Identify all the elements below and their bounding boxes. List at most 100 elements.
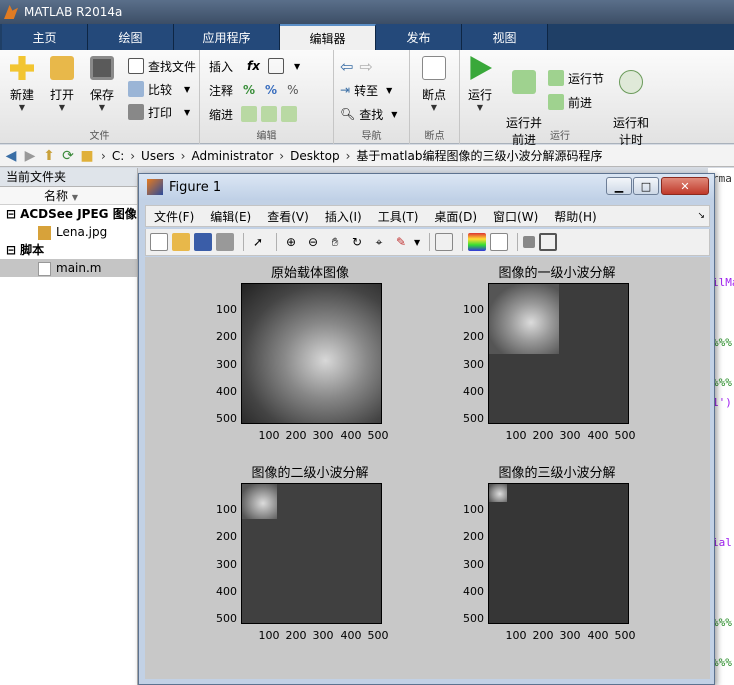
x-tick: 400 <box>587 629 609 642</box>
menu-edit[interactable]: 编辑(E) <box>202 208 259 225</box>
menu-help[interactable]: 帮助(H) <box>546 208 604 225</box>
breakpoints-group: 断点 ▼ 断点 <box>410 50 460 144</box>
panel-title: 当前文件夹 <box>0 168 137 187</box>
menu-desktop[interactable]: 桌面(D) <box>426 208 485 225</box>
figure-canvas[interactable]: 原始载体图像 100 200 300 400 500 100 200 300 4… <box>145 257 710 679</box>
crumb-administrator[interactable]: Administrator <box>191 149 273 163</box>
folder-icon <box>50 56 74 80</box>
menu-tools[interactable]: 工具(T) <box>370 208 427 225</box>
name-column-header[interactable]: 名称 ▼ <box>0 187 137 205</box>
pan-hand-icon[interactable]: ✋︎ <box>326 233 344 251</box>
fx-button[interactable]: fx <box>247 59 260 73</box>
run-group: 运行 ▼ 运行并 前进 运行节 前进 运行和 计时 运行 <box>460 50 660 147</box>
find-files-icon <box>128 58 144 74</box>
crumb-users[interactable]: Users <box>141 149 175 163</box>
legend-icon[interactable] <box>490 233 509 251</box>
x-tick: 100 <box>505 629 527 642</box>
link-plot-icon[interactable] <box>435 233 454 251</box>
compare-button[interactable]: 比较 ▼ <box>128 79 190 99</box>
advance-button[interactable]: 前进 <box>548 92 592 112</box>
group-jpeg[interactable]: ⊟ ACDSee JPEG 图像 <box>0 205 137 223</box>
forward-icon[interactable]: ▶ <box>22 148 38 164</box>
y-tick: 200 <box>463 330 484 343</box>
y-tick: 400 <box>463 385 484 398</box>
rotate-3d-icon[interactable]: ↻ <box>348 233 366 251</box>
pointer-icon[interactable]: ➚ <box>249 233 267 251</box>
tab-view[interactable]: 视图 <box>462 24 548 50</box>
tab-publish[interactable]: 发布 <box>376 24 462 50</box>
wrap-icon[interactable]: % <box>287 83 298 97</box>
tab-plots[interactable]: 绘图 <box>88 24 174 50</box>
figure-window[interactable]: Figure 1 ▁ □ ✕ 文件(F) 编辑(E) 查看(V) 插入(I) 工… <box>138 173 715 685</box>
find-button[interactable]: 🔍︎ 查找 ▼ <box>340 104 397 124</box>
open-file-icon[interactable] <box>172 233 190 251</box>
x-tick: 500 <box>614 429 636 442</box>
x-tick: 300 <box>559 629 581 642</box>
menu-window[interactable]: 窗口(W) <box>485 208 546 225</box>
hide-plot-tools-icon[interactable] <box>523 236 536 248</box>
run-section-icon <box>548 70 564 86</box>
maximize-button[interactable]: □ <box>633 177 659 195</box>
crumb-desktop[interactable]: Desktop <box>290 149 340 163</box>
insert-button[interactable]: 插入 fx ▼ <box>209 56 300 76</box>
save-button[interactable]: 保存 ▼ <box>82 56 122 112</box>
percent-icon[interactable]: % <box>243 83 255 97</box>
breakpoints-group-label: 断点 <box>424 131 445 142</box>
run-button[interactable]: 运行 ▼ <box>460 56 500 112</box>
menu-file[interactable]: 文件(F) <box>146 208 202 225</box>
original-image-axes[interactable] <box>241 283 382 424</box>
back-forward-buttons[interactable]: ⇦ ⇨ <box>340 56 373 76</box>
print-figure-icon[interactable] <box>216 233 234 251</box>
file-lena[interactable]: Lena.jpg <box>0 223 137 241</box>
find-files-button[interactable]: 查找文件 <box>128 56 196 76</box>
print-button[interactable]: 打印 ▼ <box>128 102 190 122</box>
crumb-c[interactable]: C: <box>112 149 124 163</box>
dock-arrow-icon[interactable]: ↘ <box>697 211 705 221</box>
tab-apps[interactable]: 应用程序 <box>174 24 280 50</box>
back-arrow-icon[interactable]: ⇦ <box>340 57 353 76</box>
fx-box-icon[interactable] <box>267 58 284 74</box>
brush-icon[interactable]: ✎ <box>392 233 410 251</box>
crumb-project-folder[interactable]: 基于matlab编程图像的三级小波分解源码程序 <box>356 147 602 164</box>
run-section-button[interactable]: 运行节 <box>548 68 604 88</box>
save-figure-icon[interactable] <box>194 233 212 251</box>
show-plot-tools-icon[interactable] <box>539 233 558 251</box>
tab-editor[interactable]: 编辑器 <box>280 24 376 50</box>
up-folder-icon[interactable]: ⬆ <box>41 148 57 164</box>
open-button[interactable]: 打开 ▼ <box>42 56 82 112</box>
stopwatch-icon <box>619 70 643 94</box>
new-button[interactable]: 新建 ▼ <box>2 56 42 112</box>
x-tick: 500 <box>614 629 636 642</box>
file-main[interactable]: main.m <box>0 259 137 277</box>
forward-arrow-icon[interactable]: ⇨ <box>359 57 372 76</box>
close-button[interactable]: ✕ <box>661 177 709 195</box>
smart-indent-icon[interactable] <box>241 106 258 122</box>
jpg-file-icon <box>38 225 51 240</box>
goto-button[interactable]: ⇥ 转至 ▼ <box>340 80 392 100</box>
menu-view[interactable]: 查看(V) <box>259 208 317 225</box>
decrease-indent-icon[interactable] <box>261 106 278 122</box>
level1-axes[interactable] <box>488 283 629 424</box>
minimize-button[interactable]: ▁ <box>606 177 632 195</box>
increase-indent-icon[interactable] <box>281 106 298 122</box>
file-group-label: 文件 <box>89 131 110 142</box>
level2-axes[interactable] <box>241 483 382 624</box>
group-scripts[interactable]: ⊟ 脚本 <box>0 241 137 259</box>
x-tick: 500 <box>367 629 389 642</box>
zoom-in-icon[interactable]: ⊕ <box>282 233 300 251</box>
y-tick: 300 <box>463 358 484 371</box>
zoom-out-icon[interactable]: ⊖ <box>304 233 322 251</box>
new-figure-icon[interactable] <box>150 233 168 251</box>
data-cursor-icon[interactable]: ⌖ <box>370 233 388 251</box>
back-icon[interactable]: ◀ <box>3 148 19 164</box>
level3-axes[interactable] <box>488 483 629 624</box>
indent-button[interactable]: 缩进 <box>209 104 301 124</box>
browse-icon[interactable]: ⟳ <box>60 148 76 164</box>
uncomment-icon[interactable]: % <box>265 83 277 97</box>
brush-dropdown-icon[interactable]: ▼ <box>414 238 420 247</box>
menu-insert[interactable]: 插入(I) <box>317 208 370 225</box>
tab-home[interactable]: 主页 <box>2 24 88 50</box>
comment-button[interactable]: 注释 % % % <box>209 80 298 100</box>
colorbar-icon[interactable] <box>468 233 487 251</box>
breakpoints-button[interactable]: 断点 ▼ <box>414 56 454 112</box>
